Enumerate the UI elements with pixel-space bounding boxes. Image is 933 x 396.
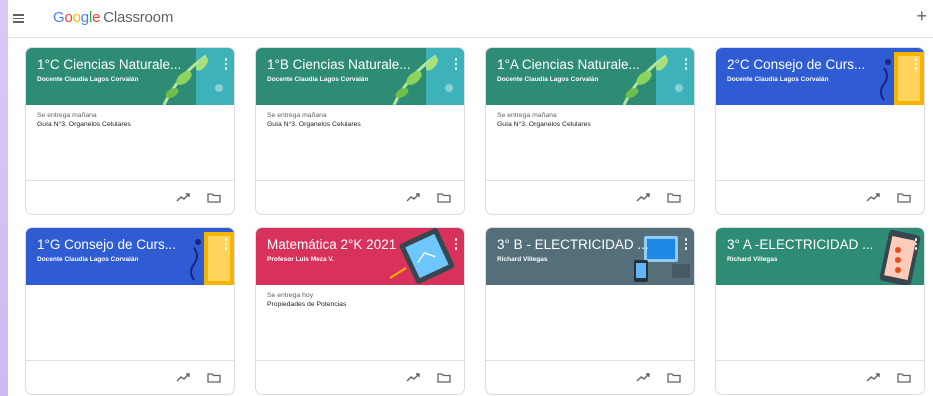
classroom-window: Google Classroom + 1°C Ciencias Naturale.… xyxy=(8,0,933,396)
card-header[interactable]: 3° A -ELECTRICIDAD ... Richard Villegas xyxy=(716,228,924,285)
class-name[interactable]: Matemática 2°K 2021 xyxy=(267,237,422,252)
teacher-name: Docente Claudia Lagos Corvalán xyxy=(267,76,369,83)
class-name[interactable]: 1°B Ciencias Naturale... xyxy=(267,57,422,72)
teacher-name: Docente Claudia Lagos Corvalán xyxy=(497,76,599,83)
trending-up-icon[interactable] xyxy=(636,192,650,202)
trending-up-icon[interactable] xyxy=(866,372,880,382)
due-text: Se entrega mañana xyxy=(37,112,97,119)
teacher-name: Docente Claudia Lagos Corvalán xyxy=(37,256,139,263)
class-card[interactable]: 1°G Consejo de Curs... Docente Claudia La… xyxy=(25,227,235,395)
card-header[interactable]: 3° B - ELECTRICIDAD ... Richard Villegas xyxy=(486,228,694,285)
teacher-name: Docente Claudia Lagos Corvalán xyxy=(727,76,829,83)
folder-icon[interactable] xyxy=(667,372,681,383)
more-vert-icon[interactable] xyxy=(914,58,918,72)
assignment-link[interactable]: Guía N°3. Organelos Celulares xyxy=(497,121,687,128)
card-footer xyxy=(716,180,924,214)
teacher-name: Richard Villegas xyxy=(727,256,778,263)
card-header[interactable]: 1°C Ciencias Naturale... Docente Claudia … xyxy=(26,48,234,105)
card-assignments: Se entrega hoy Propiedades de Potencias xyxy=(267,292,457,308)
class-name[interactable]: 3° A -ELECTRICIDAD ... xyxy=(727,237,882,252)
assignment-link[interactable]: Propiedades de Potencias xyxy=(267,301,457,308)
class-card[interactable]: Matemática 2°K 2021 Profesor Luis Meza V.… xyxy=(255,227,465,395)
folder-icon[interactable] xyxy=(437,372,451,383)
trending-up-icon[interactable] xyxy=(176,372,190,382)
more-vert-icon[interactable] xyxy=(454,58,458,72)
trending-up-icon[interactable] xyxy=(636,372,650,382)
class-card[interactable]: 1°A Ciencias Naturale... Docente Claudia … xyxy=(485,47,695,215)
card-header[interactable]: 2°C Consejo de Curs... Docente Claudia La… xyxy=(716,48,924,105)
more-vert-icon[interactable] xyxy=(454,238,458,252)
more-vert-icon[interactable] xyxy=(684,238,688,252)
card-assignments: Se entrega mañana Guía N°3. Organelos Cel… xyxy=(267,112,457,128)
folder-icon[interactable] xyxy=(207,372,221,383)
plus-icon[interactable]: + xyxy=(916,6,927,26)
folder-icon[interactable] xyxy=(897,372,911,383)
trending-up-icon[interactable] xyxy=(406,192,420,202)
top-app-bar: Google Classroom + xyxy=(8,0,933,38)
class-name[interactable]: 3° B - ELECTRICIDAD ... xyxy=(497,237,652,252)
app-title: Classroom xyxy=(103,9,174,26)
card-footer xyxy=(26,180,234,214)
more-vert-icon[interactable] xyxy=(224,58,228,72)
trending-up-icon[interactable] xyxy=(866,192,880,202)
trending-up-icon[interactable] xyxy=(176,192,190,202)
card-assignments xyxy=(727,292,917,294)
more-vert-icon[interactable] xyxy=(224,238,228,252)
more-vert-icon[interactable] xyxy=(684,58,688,72)
due-text: Se entrega hoy xyxy=(267,292,314,299)
card-footer xyxy=(716,360,924,394)
due-text: Se entrega mañana xyxy=(267,112,327,119)
more-vert-icon[interactable] xyxy=(914,238,918,252)
teacher-name: Docente Claudia Lagos Corvalán xyxy=(37,76,139,83)
folder-icon[interactable] xyxy=(897,192,911,203)
card-header[interactable]: 1°A Ciencias Naturale... Docente Claudia … xyxy=(486,48,694,105)
card-footer xyxy=(256,180,464,214)
folder-icon[interactable] xyxy=(437,192,451,203)
assignment-link[interactable]: Guía N°3. Organelos Celulares xyxy=(267,121,457,128)
class-card[interactable]: 2°C Consejo de Curs... Docente Claudia La… xyxy=(715,47,925,215)
folder-icon[interactable] xyxy=(207,192,221,203)
card-assignments xyxy=(497,292,687,294)
class-card[interactable]: 3° A -ELECTRICIDAD ... Richard Villegas xyxy=(715,227,925,395)
app-logo[interactable]: Google Classroom xyxy=(53,9,173,26)
card-footer xyxy=(486,360,694,394)
card-header[interactable]: 1°G Consejo de Curs... Docente Claudia La… xyxy=(26,228,234,285)
class-name[interactable]: 2°C Consejo de Curs... xyxy=(727,57,882,72)
class-name[interactable]: 1°G Consejo de Curs... xyxy=(37,237,192,252)
teacher-name: Profesor Luis Meza V. xyxy=(267,256,334,263)
card-footer xyxy=(486,180,694,214)
card-header[interactable]: Matemática 2°K 2021 Profesor Luis Meza V. xyxy=(256,228,464,285)
assignment-link[interactable]: Guía N°3. Organelos Celulares xyxy=(37,121,227,128)
class-name[interactable]: 1°A Ciencias Naturale... xyxy=(497,57,652,72)
card-footer xyxy=(256,360,464,394)
card-footer xyxy=(26,360,234,394)
hamburger-icon[interactable] xyxy=(13,14,24,23)
card-assignments xyxy=(37,292,227,294)
class-card[interactable]: 1°C Ciencias Naturale... Docente Claudia … xyxy=(25,47,235,215)
class-card[interactable]: 3° B - ELECTRICIDAD ... Richard Villegas xyxy=(485,227,695,395)
class-card[interactable]: 1°B Ciencias Naturale... Docente Claudia … xyxy=(255,47,465,215)
card-assignments xyxy=(727,112,917,114)
due-text: Se entrega mañana xyxy=(497,112,557,119)
teacher-name: Richard Villegas xyxy=(497,256,548,263)
card-assignments: Se entrega mañana Guía N°3. Organelos Cel… xyxy=(497,112,687,128)
folder-icon[interactable] xyxy=(667,192,681,203)
card-assignments: Se entrega mañana Guía N°3. Organelos Cel… xyxy=(37,112,227,128)
class-name[interactable]: 1°C Ciencias Naturale... xyxy=(37,57,192,72)
trending-up-icon[interactable] xyxy=(406,372,420,382)
card-header[interactable]: 1°B Ciencias Naturale... Docente Claudia … xyxy=(256,48,464,105)
